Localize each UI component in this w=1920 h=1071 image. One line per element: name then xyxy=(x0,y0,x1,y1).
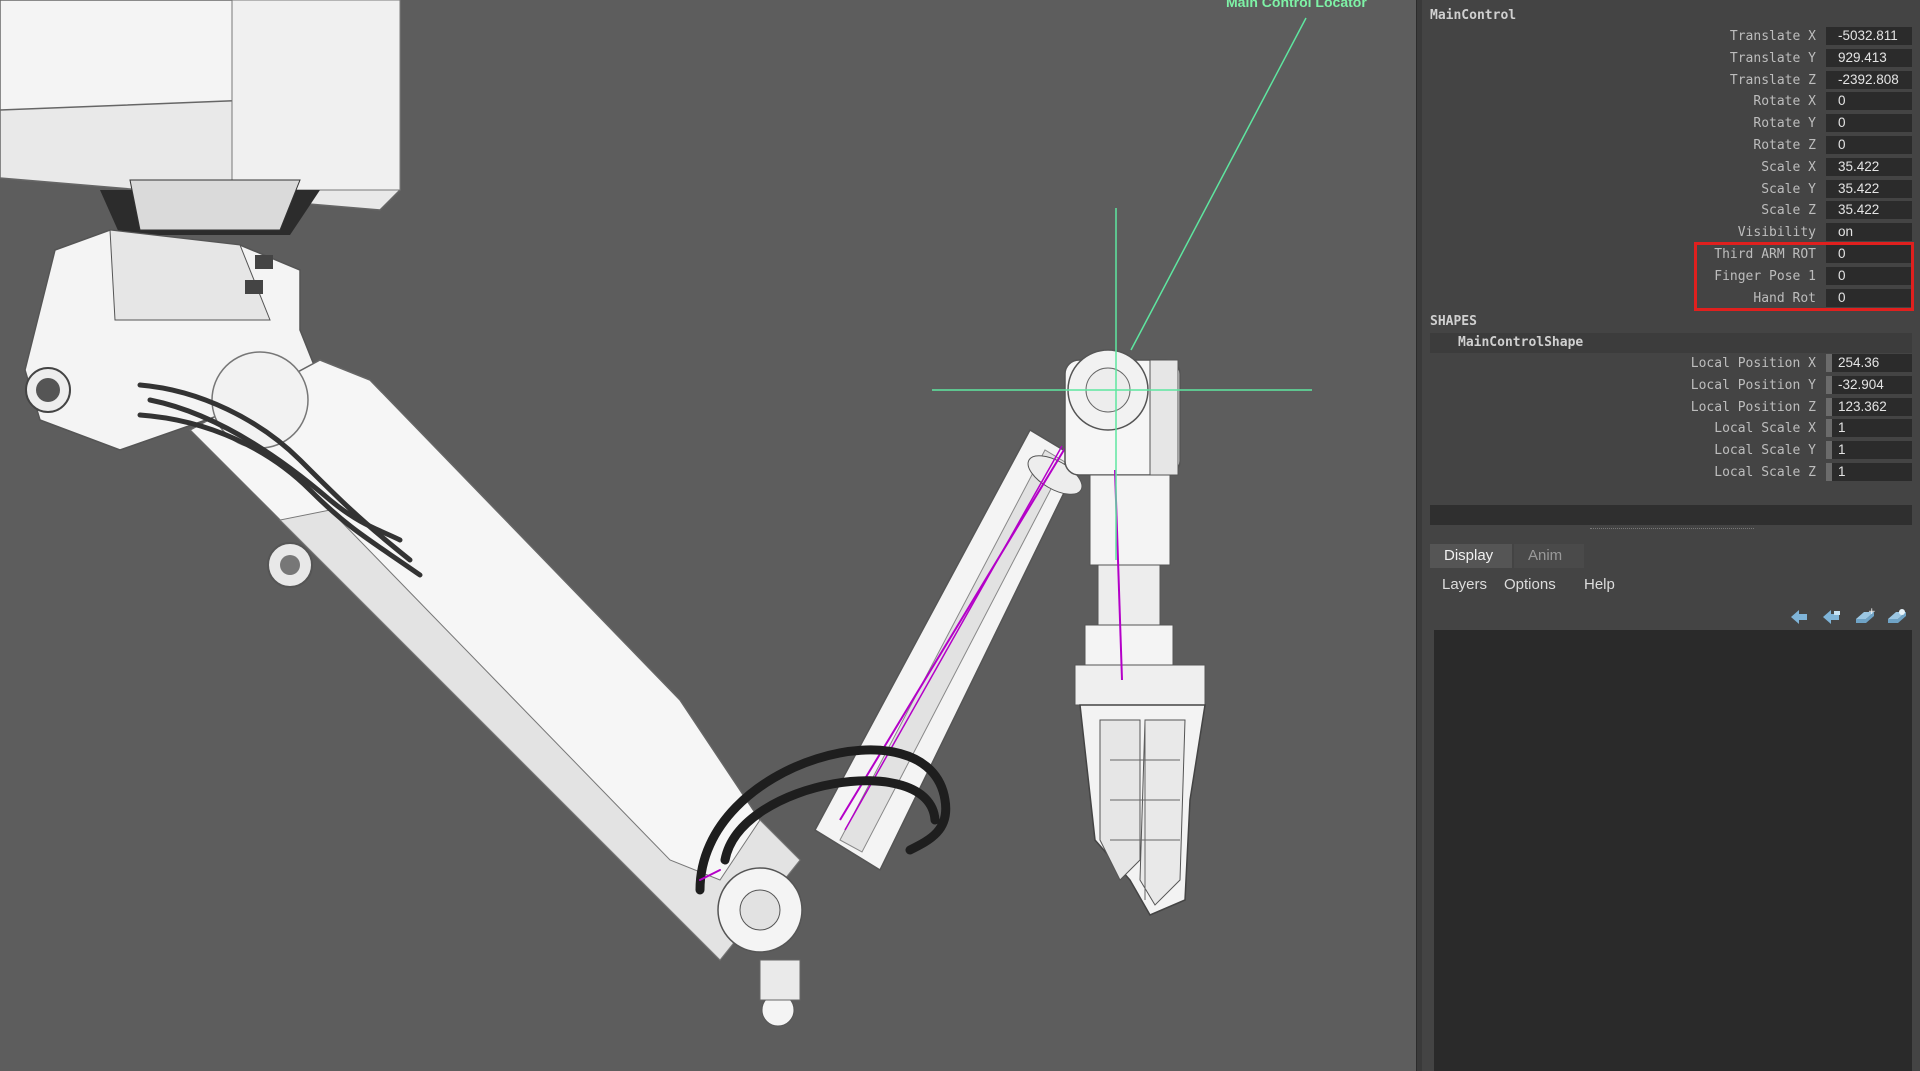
hand-fingers xyxy=(1079,704,1206,916)
attribute-value-field[interactable]: 929.413 xyxy=(1826,48,1912,67)
attribute-label: Third ARM ROT xyxy=(1714,247,1816,262)
menu-help[interactable]: Help xyxy=(1584,576,1615,593)
layer-editor: Display Anim Layers Options Help + xyxy=(1430,542,1912,1071)
attribute-value-field[interactable]: 35.422 xyxy=(1826,157,1912,176)
attribute-row: Scale X 35.422 xyxy=(1422,157,1920,178)
attribute-row: Translate X -5032.811 xyxy=(1422,27,1920,47)
shape-attribute-row: Local Position Y -32.904 xyxy=(1422,375,1920,396)
layer-list[interactable] xyxy=(1434,630,1912,1071)
attribute-value-field[interactable]: -5032.811 xyxy=(1826,27,1912,45)
shape-attribute-label: Local Position X xyxy=(1690,356,1816,371)
shape-attribute-value-field[interactable]: 254.36 xyxy=(1826,354,1912,372)
attribute-row: Rotate Z 0 xyxy=(1422,136,1920,156)
new-layer-icon[interactable]: + xyxy=(1854,607,1876,625)
shape-attribute-row: Local Scale X 1 xyxy=(1422,419,1920,439)
move-layer-up-icon[interactable] xyxy=(1788,607,1810,625)
shape-attribute-row: Local Scale Y 1 xyxy=(1422,441,1920,461)
tab-anim[interactable]: Anim xyxy=(1514,544,1584,568)
attribute-label: Visibility xyxy=(1737,225,1816,241)
channel-box-scrollbar[interactable] xyxy=(1430,505,1912,525)
locator-label: Main Control Locator xyxy=(1226,0,1367,10)
shape-name: MainControlShape xyxy=(1458,335,1584,350)
attribute-label: Finger Pose 1 xyxy=(1714,268,1816,284)
channel-box-panel: MainControl Translate X -5032.811 Translat… xyxy=(1422,0,1920,1071)
attribute-label: Scale X xyxy=(1761,159,1816,175)
object-name: MainControl xyxy=(1430,8,1517,23)
shape-attribute-label: Local Scale Z xyxy=(1714,465,1816,480)
shape-attribute-label: Local Position Y xyxy=(1690,377,1816,393)
shape-attribute-value-field[interactable]: 123.362 xyxy=(1826,397,1912,416)
attribute-label: Translate Y xyxy=(1729,50,1816,66)
attribute-label: Translate Z xyxy=(1729,72,1816,88)
shape-attribute-label: Local Position Z xyxy=(1690,399,1816,415)
attribute-label: Translate X xyxy=(1729,29,1816,44)
shape-attribute-row: Local Position X 254.36 xyxy=(1422,354,1920,374)
forearm xyxy=(814,428,1083,872)
shape-attribute-row: Local Scale Z 1 xyxy=(1422,463,1920,483)
attribute-row: Hand Rot 0 xyxy=(1422,288,1920,309)
attribute-row: Scale Z 35.422 xyxy=(1422,201,1920,221)
shape-attribute-value-field[interactable]: 1 xyxy=(1826,463,1912,481)
attribute-value-field[interactable]: 0 xyxy=(1826,245,1912,263)
shape-attribute-row: Local Position Z 123.362 xyxy=(1422,397,1920,418)
attribute-row: Translate Z -2392.808 xyxy=(1422,70,1920,91)
robot-arm-scene xyxy=(0,0,1312,1027)
attribute-value-field[interactable]: 35.422 xyxy=(1826,201,1912,220)
attribute-row: Rotate X 0 xyxy=(1422,92,1920,112)
shape-attribute-value-field[interactable]: 1 xyxy=(1826,441,1912,460)
attribute-value-field[interactable]: on xyxy=(1826,223,1912,242)
attribute-value-field[interactable]: 35.422 xyxy=(1826,179,1912,198)
3d-viewport[interactable]: Main Control Locator xyxy=(0,0,1416,1071)
attribute-row: Finger Pose 1 0 xyxy=(1422,266,1920,287)
attribute-value-field[interactable]: 0 xyxy=(1826,266,1912,285)
attribute-row: Translate Y 929.413 xyxy=(1422,48,1920,69)
tab-display[interactable]: Display xyxy=(1430,544,1512,568)
attribute-value-field[interactable]: 0 xyxy=(1826,114,1912,133)
attribute-value-field[interactable]: 0 xyxy=(1826,288,1912,307)
pane-resize-grip[interactable] xyxy=(1590,528,1754,531)
ceiling-mount xyxy=(0,0,401,235)
attribute-row: Scale Y 35.422 xyxy=(1422,179,1920,200)
attribute-label: Hand Rot xyxy=(1753,290,1816,306)
wrist xyxy=(1064,349,1206,706)
attribute-row: Rotate Y 0 xyxy=(1422,114,1920,134)
attribute-label: Rotate Z xyxy=(1753,138,1816,153)
svg-text:+: + xyxy=(1868,607,1876,617)
shapes-section-title: SHAPES xyxy=(1430,314,1477,329)
shape-attribute-label: Local Scale Y xyxy=(1714,443,1816,459)
new-layer-from-selected-icon[interactable] xyxy=(1886,607,1908,625)
attribute-row: Third ARM ROT 0 xyxy=(1422,245,1920,265)
shape-node-header[interactable]: MainControlShape xyxy=(1430,333,1912,353)
shape-attribute-value-field[interactable]: -32.904 xyxy=(1826,375,1912,394)
attribute-value-field[interactable]: -2392.808 xyxy=(1826,70,1912,89)
attribute-label: Rotate Y xyxy=(1753,116,1816,132)
attribute-value-field[interactable]: 0 xyxy=(1826,92,1912,111)
shape-attribute-label: Local Scale X xyxy=(1714,421,1816,437)
attribute-label: Rotate X xyxy=(1753,94,1816,110)
attribute-value-field[interactable]: 0 xyxy=(1826,136,1912,154)
menu-layers[interactable]: Layers xyxy=(1442,576,1487,593)
attribute-label: Scale Y xyxy=(1761,181,1816,197)
attribute-row: Visibility on xyxy=(1422,223,1920,243)
move-layer-down-icon[interactable] xyxy=(1820,607,1842,625)
attribute-label: Scale Z xyxy=(1761,203,1816,219)
shape-attribute-value-field[interactable]: 1 xyxy=(1826,419,1912,438)
menu-options[interactable]: Options xyxy=(1504,576,1556,593)
